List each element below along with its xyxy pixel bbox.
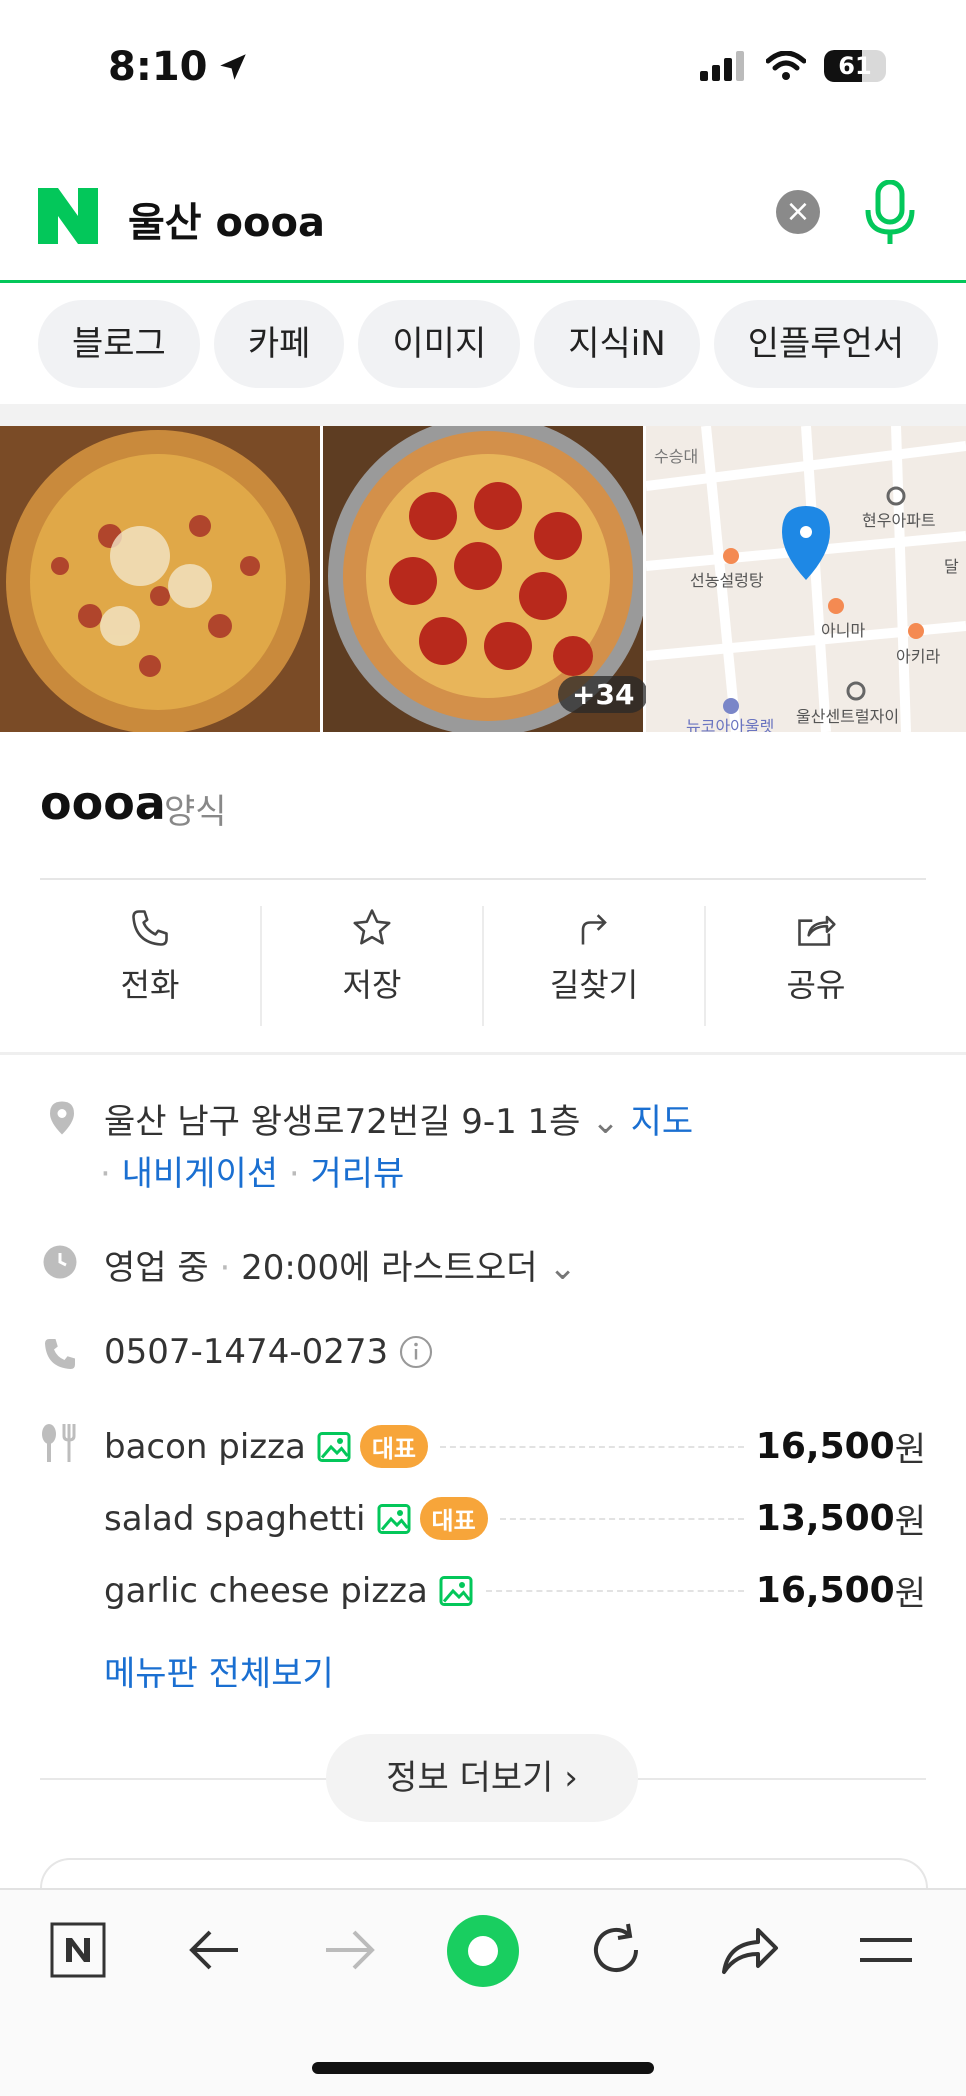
menu-item-name: bacon pizza bbox=[104, 1426, 306, 1467]
clock-icon bbox=[43, 1245, 77, 1279]
menu-item[interactable]: garlic cheese pizza 16,500 원 bbox=[104, 1566, 926, 1615]
save-label: 저장 bbox=[342, 966, 402, 1004]
location-arrow-icon bbox=[219, 54, 246, 80]
phone-icon bbox=[45, 1339, 75, 1369]
dotted-leader bbox=[499, 1517, 744, 1520]
address-links: · 내비게이션 · 거리뷰 bbox=[100, 1154, 405, 1194]
representative-badge: 대표 bbox=[359, 1425, 428, 1468]
chevron-right-icon: › bbox=[564, 1758, 578, 1798]
fork-knife-icon bbox=[42, 1424, 76, 1462]
pizza-image-1 bbox=[0, 426, 320, 732]
last-order: 20:00에 라스트오더 bbox=[241, 1248, 538, 1288]
dotted-leader bbox=[440, 1445, 744, 1448]
save-button[interactable]: 저장 bbox=[262, 906, 484, 1026]
chevron-down-icon[interactable]: ⌄ bbox=[591, 1102, 620, 1142]
open-status: 영업 중 bbox=[104, 1248, 209, 1288]
photo-icon bbox=[439, 1575, 473, 1606]
tab-influencer[interactable]: 인플루언서 bbox=[713, 300, 939, 388]
forward-arrow-icon[interactable] bbox=[324, 1926, 376, 1974]
wifi-icon bbox=[766, 51, 806, 80]
more-photos-badge[interactable]: +34 bbox=[558, 676, 649, 713]
map-label: 선농설렁탕 bbox=[690, 571, 764, 590]
status-time: 8:10 bbox=[108, 44, 250, 90]
place-name[interactable]: oooa bbox=[40, 776, 166, 830]
menu-item[interactable]: bacon pizza 대표 16,500 원 bbox=[104, 1422, 926, 1471]
search-input[interactable]: 울산 oooa bbox=[128, 190, 325, 248]
section-spacer bbox=[0, 404, 966, 426]
menu-item-price: 16,500 bbox=[755, 1570, 895, 1611]
photo-icon bbox=[377, 1503, 411, 1534]
place-category: 양식 bbox=[164, 792, 227, 832]
share-icon bbox=[798, 915, 836, 946]
status-time-text: 8:10 bbox=[108, 44, 208, 90]
call-label: 전화 bbox=[120, 966, 180, 1004]
battery-icon: 61 bbox=[824, 50, 886, 82]
map-label: 뉴코아아울렛 bbox=[686, 717, 774, 732]
menu-item-price: 13,500 bbox=[755, 1498, 895, 1539]
more-info-label: 정보 더보기 bbox=[386, 1758, 554, 1798]
more-info-button[interactable]: 정보 더보기 › bbox=[326, 1734, 638, 1822]
action-bar: 전화 저장 길찾기 공유 bbox=[40, 906, 926, 1026]
search-tabs: 블로그 카페 이미지 지식iN 인플루언서 bbox=[38, 300, 939, 388]
directions-button[interactable]: 길찾기 bbox=[484, 906, 706, 1026]
divider bbox=[40, 878, 926, 880]
map-label: 울산센트럴자이 bbox=[796, 707, 899, 726]
signal-icon bbox=[700, 51, 744, 81]
status-icons: 61 bbox=[700, 50, 886, 82]
map-label: 아니마 bbox=[821, 621, 865, 640]
map-link[interactable]: 지도 bbox=[631, 1102, 694, 1142]
tab-image[interactable]: 이미지 bbox=[358, 300, 521, 388]
photo-bacon-pizza[interactable] bbox=[0, 426, 320, 732]
microphone-icon[interactable] bbox=[862, 180, 918, 246]
hours-row[interactable]: 영업 중 · 20:00에 라스트오더 ⌄ bbox=[104, 1240, 577, 1289]
address-row: 울산 남구 왕생로72번길 9-1 1층 ⌄ 지도 bbox=[104, 1094, 693, 1143]
directions-icon bbox=[581, 914, 607, 945]
price-unit: 원 bbox=[894, 1430, 926, 1470]
map-label: 수승대 bbox=[654, 447, 698, 466]
menu-item-name: salad spaghetti bbox=[104, 1498, 366, 1539]
tab-blog[interactable]: 블로그 bbox=[38, 300, 200, 388]
share-icon[interactable] bbox=[720, 1924, 780, 1976]
clear-search-button[interactable]: × bbox=[776, 190, 820, 234]
section-divider bbox=[0, 1052, 966, 1055]
menu-item-price: 16,500 bbox=[755, 1426, 895, 1467]
call-button[interactable]: 전화 bbox=[40, 906, 262, 1026]
tab-kin[interactable]: 지식iN bbox=[534, 300, 700, 388]
phone-icon bbox=[132, 910, 168, 946]
refresh-icon[interactable] bbox=[588, 1922, 644, 1978]
photo-icon bbox=[317, 1431, 351, 1462]
navigation-link[interactable]: 내비게이션 bbox=[122, 1154, 278, 1194]
phone-number[interactable]: 0507-1474-0273 bbox=[104, 1332, 388, 1372]
view-full-menu-link[interactable]: 메뉴판 전체보기 bbox=[104, 1646, 334, 1695]
share-button[interactable]: 공유 bbox=[706, 906, 926, 1026]
battery-level: 61 bbox=[838, 52, 872, 80]
dotted-leader bbox=[485, 1589, 744, 1592]
back-arrow-icon[interactable] bbox=[188, 1926, 240, 1974]
naver-home-icon[interactable] bbox=[50, 1922, 106, 1978]
info-icon[interactable] bbox=[398, 1334, 434, 1370]
map-thumbnail[interactable]: 수승대 현우아파트 선농설렁탕 아니마 아키라 울산센트럴자이 뉴코아아울렛 달 bbox=[646, 426, 966, 732]
star-icon bbox=[353, 909, 391, 945]
map-label: 달 bbox=[944, 557, 959, 576]
map-image: 수승대 현우아파트 선농설렁탕 아니마 아키라 울산센트럴자이 뉴코아아울렛 달 bbox=[646, 426, 966, 732]
street-view-link[interactable]: 거리뷰 bbox=[310, 1154, 404, 1194]
green-dot-icon[interactable] bbox=[446, 1914, 520, 1988]
address-text[interactable]: 울산 남구 왕생로72번길 9-1 1층 bbox=[104, 1102, 580, 1142]
chevron-down-icon[interactable]: ⌄ bbox=[548, 1248, 577, 1288]
directions-label: 길찾기 bbox=[549, 966, 639, 1004]
representative-badge: 대표 bbox=[419, 1497, 488, 1540]
naver-logo-icon[interactable] bbox=[38, 188, 98, 244]
price-unit: 원 bbox=[894, 1574, 926, 1614]
price-unit: 원 bbox=[894, 1502, 926, 1542]
menu-item-name: garlic cheese pizza bbox=[104, 1570, 428, 1611]
location-pin-icon bbox=[50, 1101, 74, 1135]
phone-row: 0507-1474-0273 bbox=[104, 1332, 434, 1372]
home-indicator[interactable] bbox=[312, 2062, 654, 2074]
tab-cafe[interactable]: 카페 bbox=[213, 300, 345, 388]
map-label: 아키라 bbox=[896, 647, 940, 666]
share-label: 공유 bbox=[786, 966, 846, 1004]
map-label: 현우아파트 bbox=[862, 511, 936, 530]
menu-icon[interactable] bbox=[858, 1934, 914, 1966]
menu-item[interactable]: salad spaghetti 대표 13,500 원 bbox=[104, 1494, 926, 1543]
